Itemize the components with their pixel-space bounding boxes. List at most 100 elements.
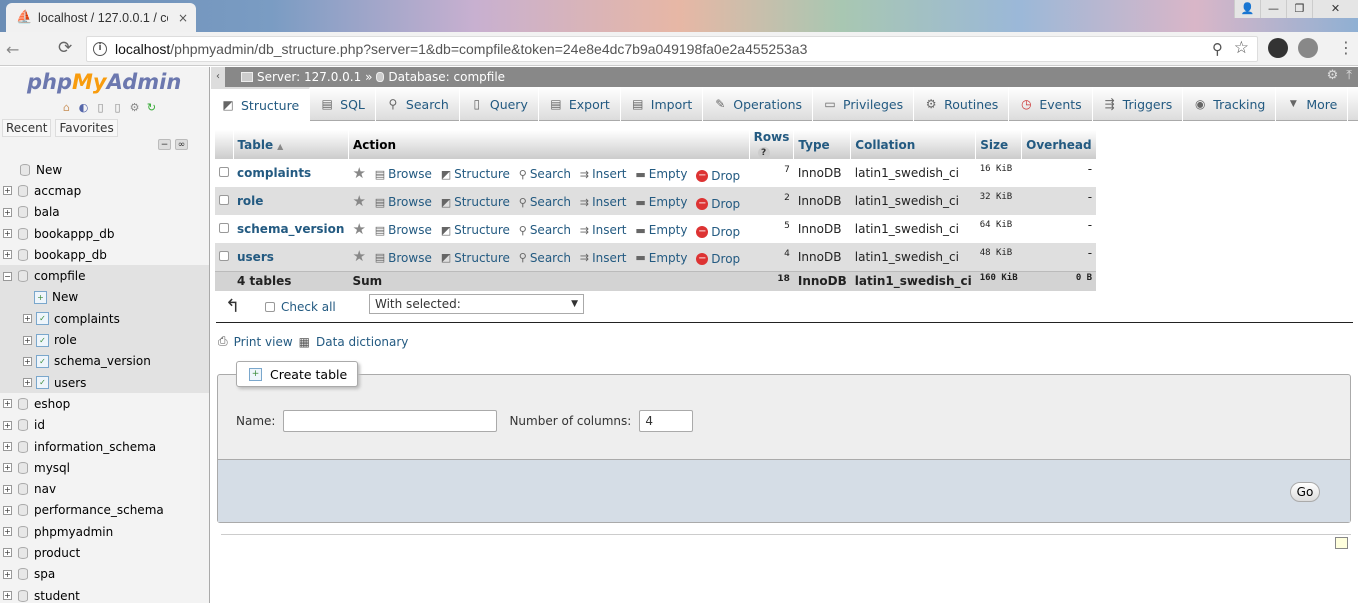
- expand-icon[interactable]: +: [23, 356, 32, 366]
- home-icon[interactable]: ⌂: [60, 101, 73, 114]
- bookmark-star-icon[interactable]: ☆: [1234, 38, 1249, 58]
- tree-database-item[interactable]: + information_schema: [0, 436, 209, 457]
- url-text[interactable]: localhost/phpmyadmin/db_structure.php?se…: [115, 41, 807, 57]
- collapse-header-icon[interactable]: ⤒: [1346, 68, 1352, 83]
- expand-icon[interactable]: +: [3, 463, 12, 473]
- extension-1-icon[interactable]: [1268, 38, 1288, 58]
- table-name-input[interactable]: [283, 410, 498, 432]
- tab-tracking[interactable]: ◉ Tracking: [1183, 87, 1277, 121]
- favorite-star-icon[interactable]: ★: [352, 247, 365, 265]
- header-overhead[interactable]: Overhead: [1021, 130, 1097, 159]
- window-close-icon[interactable]: ✕: [1312, 0, 1358, 18]
- tree-database-item[interactable]: + phpmyadmin: [0, 521, 209, 542]
- settings-icon[interactable]: ⚙: [128, 101, 141, 114]
- tree-database-item[interactable]: + eshop: [0, 393, 209, 414]
- back-arrow-icon[interactable]: ←: [6, 40, 19, 59]
- with-selected-select[interactable]: With selected: ▼: [369, 294, 584, 314]
- help-icon[interactable]: ?: [757, 147, 770, 159]
- insert-action[interactable]: ⇉ Insert: [580, 223, 627, 237]
- minimize-icon[interactable]: —: [1260, 0, 1286, 18]
- check-all-label[interactable]: Check all: [281, 300, 336, 314]
- expand-icon[interactable]: +: [23, 378, 32, 388]
- tab-events[interactable]: ◷ Events: [1009, 87, 1093, 121]
- insert-action[interactable]: ⇉ Insert: [580, 167, 627, 181]
- tab-search[interactable]: ⚲ Search: [376, 87, 460, 121]
- extension-2-icon[interactable]: [1298, 38, 1318, 58]
- row-checkbox[interactable]: [219, 250, 229, 261]
- tab-close-icon[interactable]: ×: [178, 11, 188, 25]
- expand-icon[interactable]: +: [23, 314, 32, 324]
- browse-action[interactable]: ▤ Browse: [375, 223, 432, 237]
- empty-action[interactable]: ▬ Empty: [635, 167, 687, 181]
- tab-routines[interactable]: ⚙ Routines: [914, 87, 1010, 121]
- search-action[interactable]: ⚲ Search: [519, 195, 571, 209]
- row-size[interactable]: 48 KiB: [975, 243, 1022, 271]
- tab-sql[interactable]: ▤ SQL: [310, 87, 376, 121]
- check-all-checkbox[interactable]: [265, 301, 275, 312]
- row-checkbox[interactable]: [219, 167, 229, 177]
- expand-icon[interactable]: +: [3, 399, 12, 409]
- expand-icon[interactable]: +: [3, 420, 12, 430]
- tab-triggers[interactable]: ⇶ Triggers: [1093, 87, 1184, 121]
- structure-action[interactable]: ◩ Structure: [441, 251, 510, 265]
- tree-table-item[interactable]: + ✓ complaints: [0, 308, 209, 330]
- expand-icon[interactable]: +: [3, 207, 12, 217]
- browse-action[interactable]: ▤ Browse: [375, 251, 432, 265]
- tree-database-item[interactable]: + bookapp_db: [0, 244, 209, 265]
- drop-action[interactable]: − Drop: [696, 197, 740, 211]
- expand-icon[interactable]: +: [3, 527, 12, 537]
- empty-action[interactable]: ▬ Empty: [635, 195, 687, 209]
- header-table[interactable]: Table ▲: [233, 130, 349, 159]
- expand-icon[interactable]: +: [3, 250, 12, 260]
- row-size[interactable]: 64 KiB: [975, 215, 1022, 243]
- row-checkbox[interactable]: [219, 195, 229, 205]
- collapse-nav-icon[interactable]: ‹: [211, 67, 225, 87]
- columns-input[interactable]: 4: [639, 410, 694, 432]
- breadcrumb-server[interactable]: Server: 127.0.0.1 »: [257, 70, 372, 84]
- insert-action[interactable]: ⇉ Insert: [580, 251, 627, 265]
- logout-icon[interactable]: ◐: [77, 101, 90, 114]
- tree-database-item[interactable]: + student: [0, 585, 209, 603]
- tree-database-item[interactable]: + performance_schema: [0, 500, 209, 521]
- expand-icon[interactable]: +: [3, 548, 12, 558]
- drop-action[interactable]: − Drop: [696, 252, 740, 266]
- tab-import[interactable]: ▤ Import: [621, 87, 704, 121]
- tree-database-item[interactable]: + product: [0, 542, 209, 563]
- row-size[interactable]: 16 KiB: [975, 159, 1022, 187]
- go-button[interactable]: Go: [1290, 482, 1320, 502]
- tree-database-item[interactable]: + nav: [0, 478, 209, 499]
- address-bar[interactable]: i localhost/phpmyadmin/db_structure.php?…: [86, 36, 1258, 62]
- table-name-link[interactable]: role: [237, 194, 263, 208]
- expand-icon[interactable]: +: [3, 591, 12, 601]
- link-with-main-icon[interactable]: ∞: [175, 139, 188, 150]
- expand-icon[interactable]: +: [3, 442, 12, 451]
- favorite-star-icon[interactable]: ★: [352, 192, 365, 210]
- expand-icon[interactable]: +: [23, 335, 32, 345]
- reload-nav-icon[interactable]: ↻: [145, 101, 158, 114]
- expand-icon[interactable]: +: [3, 505, 12, 515]
- tree-database-item[interactable]: + bala: [0, 202, 209, 223]
- zoom-icon[interactable]: ⚲: [1212, 40, 1223, 58]
- table-name-link[interactable]: complaints: [237, 166, 311, 180]
- reload-icon[interactable]: ⟳: [58, 38, 72, 58]
- browser-tab[interactable]: ⛵ localhost / 127.0.0.1 / co ×: [6, 3, 196, 32]
- tab-privileges[interactable]: ▭ Privileges: [813, 87, 915, 121]
- header-rows[interactable]: Rows?: [749, 130, 795, 159]
- site-info-icon[interactable]: i: [93, 42, 107, 56]
- expand-icon[interactable]: +: [3, 229, 12, 239]
- tree-database-item[interactable]: + accmap: [0, 180, 209, 201]
- tree-database-item[interactable]: + spa: [0, 564, 209, 585]
- tab-query[interactable]: ▯ Query: [460, 87, 539, 121]
- header-type[interactable]: Type: [793, 130, 852, 159]
- drop-action[interactable]: − Drop: [696, 225, 740, 239]
- console-icon[interactable]: [1335, 537, 1348, 549]
- tree-new-database[interactable]: New: [0, 159, 209, 180]
- empty-action[interactable]: ▬ Empty: [635, 251, 687, 265]
- tab-operations[interactable]: ✎ Operations: [703, 87, 814, 121]
- print-view-link[interactable]: Print view: [234, 335, 293, 349]
- insert-action[interactable]: ⇉ Insert: [580, 195, 627, 209]
- docs-icon[interactable]: ▯: [111, 101, 124, 114]
- tree-table-item[interactable]: + ✓ role: [0, 329, 209, 351]
- search-action[interactable]: ⚲ Search: [519, 223, 571, 237]
- phpmyadmin-logo[interactable]: phpMyAdmin: [27, 70, 181, 94]
